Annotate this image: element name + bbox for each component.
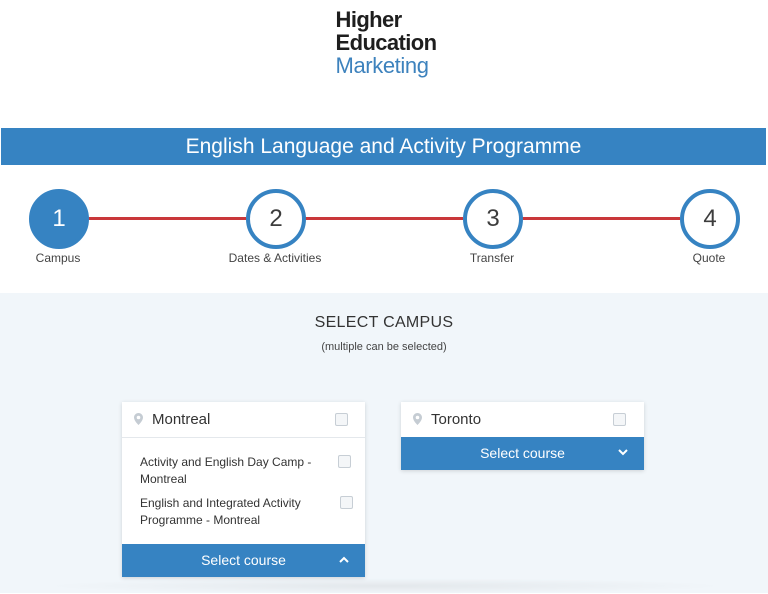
campus-card-toronto: Toronto Select course: [401, 402, 644, 470]
step-connector-3-4: [521, 217, 680, 220]
programme-title: English Language and Activity Programme: [185, 135, 582, 158]
step-2-circle[interactable]: 2: [246, 189, 306, 249]
course-item-day-camp: Activity and English Day Camp - Montreal: [140, 455, 312, 486]
programme-banner: English Language and Activity Programme: [1, 128, 766, 165]
campus-selection-panel: SELECT CAMPUS (multiple can be selected)…: [0, 293, 768, 594]
step-3-number: 3: [486, 205, 500, 232]
logo-line-education: Education: [335, 30, 438, 55]
section-subtitle: (multiple can be selected): [321, 341, 447, 353]
campus-checkbox-toronto[interactable]: [613, 413, 626, 426]
progress-stepper: 1 2 3 4 Campus Dates & Activities Transf…: [0, 165, 768, 293]
course-item-integrated: English and Integrated Activity Programm…: [140, 496, 301, 527]
campus-checkbox-montreal[interactable]: [335, 413, 348, 426]
course-checkbox-integrated[interactable]: [340, 496, 353, 509]
select-course-label: Select course: [201, 552, 286, 568]
step-connector-2-3: [304, 217, 463, 220]
section-title: SELECT CAMPUS: [314, 314, 454, 331]
step-3-circle[interactable]: 3: [463, 189, 523, 249]
step-1-circle[interactable]: 1: [29, 189, 89, 249]
select-course-button-montreal[interactable]: Select course: [122, 544, 365, 577]
campus-card-header[interactable]: Montreal: [122, 402, 365, 438]
step-1-number: 1: [52, 205, 66, 232]
step-2-label: Dates & Activities: [228, 251, 322, 265]
map-pin-icon: [413, 413, 422, 428]
step-4-number: 4: [703, 205, 717, 232]
step-connector-1-2: [87, 217, 246, 220]
step-1-label: Campus: [35, 251, 81, 265]
chevron-down-icon: [618, 437, 628, 470]
select-course-label: Select course: [480, 445, 565, 461]
campus-name: Toronto: [431, 411, 482, 428]
campus-name: Montreal: [152, 411, 211, 428]
logo-line-higher: Higher: [335, 7, 403, 32]
step-2-number: 2: [269, 205, 283, 232]
map-pin-icon: [134, 413, 143, 428]
logo-line-marketing: Marketing: [335, 53, 429, 78]
campus-card-header[interactable]: Toronto: [401, 402, 644, 438]
step-4-label: Quote: [692, 251, 726, 265]
step-4-circle[interactable]: 4: [680, 189, 740, 249]
chevron-up-icon: [339, 544, 349, 577]
select-course-button-toronto[interactable]: Select course: [401, 437, 644, 470]
campus-card-montreal: Montreal Activity and English Day Camp -…: [122, 402, 365, 577]
step-3-label: Transfer: [469, 251, 515, 265]
logo: Higher Education Marketing: [0, 8, 768, 77]
bottom-shadow: [40, 578, 730, 594]
course-checkbox-day-camp[interactable]: [338, 455, 351, 468]
